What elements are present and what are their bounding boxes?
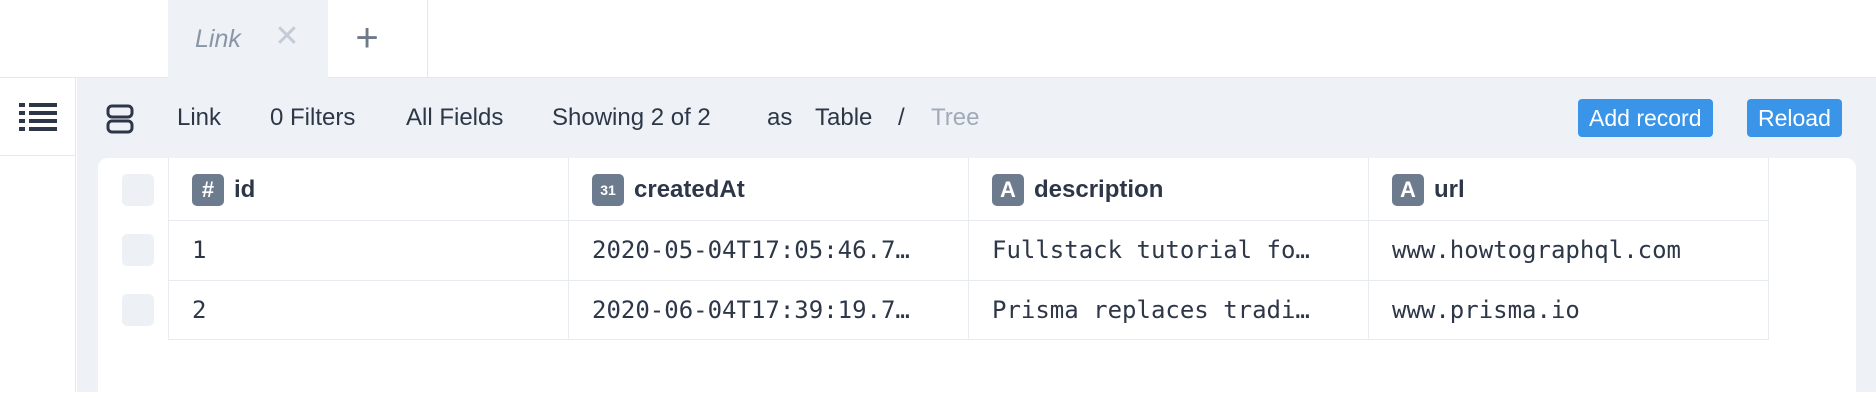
cell-id[interactable]: 1 [192, 232, 552, 268]
view-separator: / [898, 104, 905, 131]
row-divider [168, 280, 1768, 281]
cell-id[interactable]: 2 [192, 292, 552, 328]
calendar-icon: 31 [592, 174, 624, 206]
view-table-option[interactable]: Table [815, 100, 872, 136]
list-icon [19, 102, 57, 131]
column-header-label: createdAt [634, 176, 745, 203]
row-checkbox[interactable] [122, 234, 154, 266]
cell-description[interactable]: Prisma replaces tradi… [992, 292, 1352, 328]
view-tree-option[interactable]: Tree [931, 100, 979, 136]
plus-icon[interactable]: + [345, 18, 389, 62]
cell-createdAt[interactable]: 2020-05-04T17:05:46.7… [592, 232, 952, 268]
row-checkbox[interactable] [122, 294, 154, 326]
view-as-label: as [767, 104, 793, 131]
tab-bar: Link ✕ + [0, 0, 1876, 78]
cell-url[interactable]: www.howtographql.com [1392, 232, 1752, 268]
close-icon[interactable]: ✕ [270, 20, 304, 54]
add-record-button[interactable]: Add record [1578, 99, 1713, 137]
sidebar-list-button[interactable] [0, 78, 76, 156]
tab-link[interactable]: Link ✕ [168, 0, 328, 78]
column-header-createdAt[interactable]: 31 createdAt [592, 174, 745, 206]
column-header-label: id [234, 176, 256, 203]
main-area: Link 0 Filters All Fields Showing 2 of 2… [77, 78, 1876, 398]
select-all-checkbox[interactable] [122, 174, 154, 206]
fields-button[interactable]: All Fields [406, 100, 503, 136]
column-divider [968, 158, 969, 340]
layout-rows-icon[interactable] [106, 104, 134, 134]
column-divider [1368, 158, 1369, 340]
toolbar: Link 0 Filters All Fields Showing 2 of 2… [77, 78, 1876, 158]
column-header-label: url [1434, 176, 1465, 203]
column-header-description[interactable]: A description [992, 174, 1163, 206]
row-divider [168, 220, 1768, 221]
text-icon: A [1392, 174, 1424, 206]
cell-description[interactable]: Fullstack tutorial fo… [992, 232, 1352, 268]
row-divider [168, 339, 1768, 340]
text-icon: A [992, 174, 1024, 206]
model-selector[interactable]: Link [177, 100, 221, 136]
sidebar [0, 78, 76, 392]
column-header-url[interactable]: A url [1392, 174, 1465, 206]
column-divider [568, 158, 569, 340]
cell-url[interactable]: www.prisma.io [1392, 292, 1752, 328]
showing-count[interactable]: Showing 2 of 2 [552, 100, 711, 136]
reload-button[interactable]: Reload [1747, 99, 1842, 137]
hash-icon: # [192, 174, 224, 206]
table-panel: # id 31 createdAt A description A url 1 … [98, 158, 1856, 398]
column-header-id[interactable]: # id [192, 174, 255, 206]
tab-label: Link [195, 24, 241, 53]
column-divider [168, 158, 169, 340]
cell-createdAt[interactable]: 2020-06-04T17:39:19.7… [592, 292, 952, 328]
column-divider [1768, 158, 1769, 340]
tab-divider [427, 0, 428, 78]
filters-button[interactable]: 0 Filters [270, 100, 355, 136]
column-header-label: description [1034, 176, 1164, 203]
